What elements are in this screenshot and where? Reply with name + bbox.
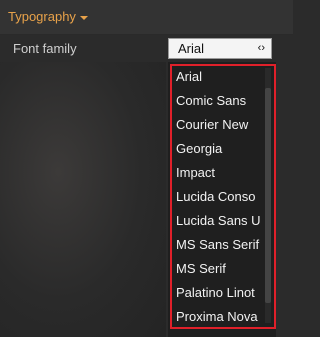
font-option[interactable]: Georgia xyxy=(176,138,264,160)
font-option[interactable]: MS Serif xyxy=(176,258,264,280)
section-header: Typography xyxy=(0,0,293,35)
font-option[interactable]: Proxima Nova xyxy=(176,306,264,327)
typography-section-toggle[interactable]: Typography xyxy=(8,9,88,24)
font-option[interactable]: Arial xyxy=(176,66,264,88)
font-option[interactable]: Impact xyxy=(176,162,264,184)
font-option[interactable]: Courier New xyxy=(176,114,264,136)
font-option[interactable]: MS Sans Serif xyxy=(176,234,264,256)
scrollbar-thumb[interactable] xyxy=(265,88,271,303)
caret-down-icon xyxy=(79,15,88,20)
dropdown-scrollbar[interactable] xyxy=(265,68,271,323)
font-option[interactable]: Comic Sans xyxy=(176,90,264,112)
background-area xyxy=(0,62,166,337)
font-option[interactable]: Lucida Conso xyxy=(176,186,264,208)
font-family-select[interactable]: Arial ‹› xyxy=(168,38,272,59)
select-value: Arial xyxy=(178,41,205,56)
font-option[interactable]: Lucida Sans U xyxy=(176,210,264,232)
select-arrow-icon: ‹› xyxy=(257,42,265,54)
font-family-label: Font family xyxy=(13,41,77,56)
section-title-label: Typography xyxy=(8,9,76,24)
font-option[interactable]: Palatino Linot xyxy=(176,282,264,304)
font-options-list: Arial Comic Sans Courier New Georgia Imp… xyxy=(170,64,276,329)
